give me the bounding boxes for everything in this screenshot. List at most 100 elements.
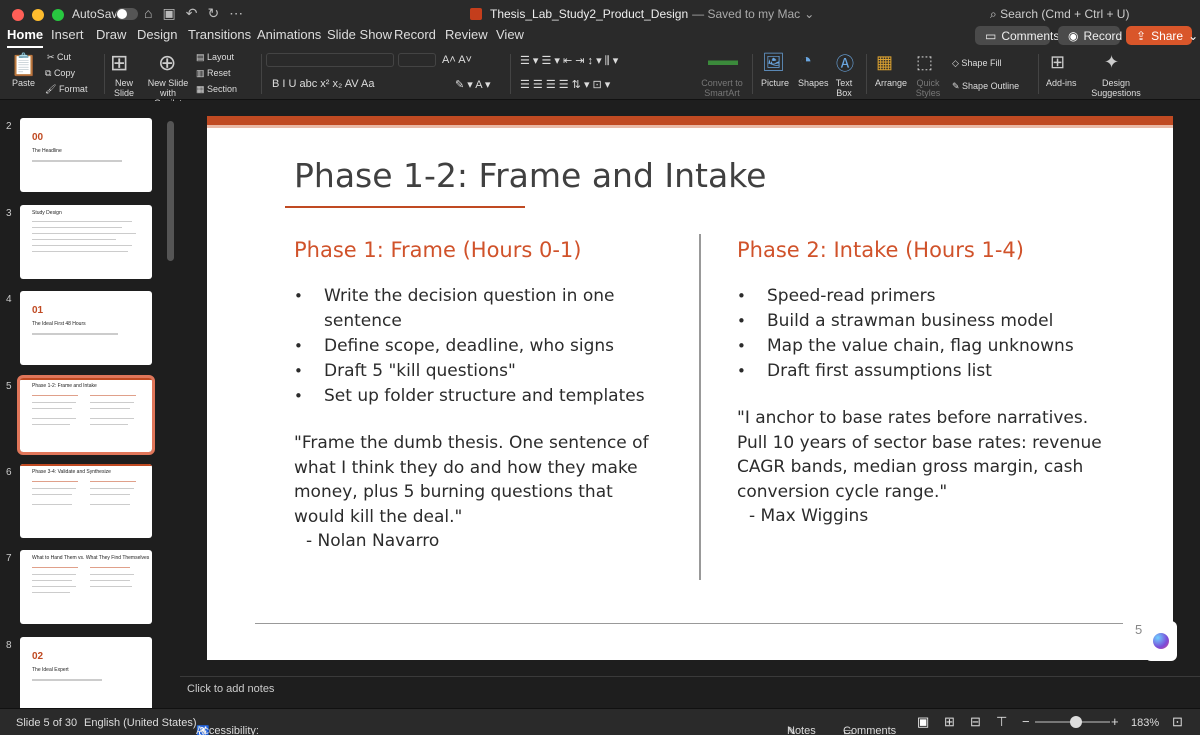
font-size-dropdown[interactable] xyxy=(398,53,436,67)
list-buttons[interactable]: ☰ ▾ ☰ ▾ ⇤ ⇥ ↕ ▾ ⫼ ▾ xyxy=(520,54,618,68)
quick-styles-button[interactable]: Quick Styles xyxy=(914,78,942,98)
notes-pane[interactable]: Click to add notes xyxy=(180,676,1200,708)
text-box-icon[interactable]: Ⓐ xyxy=(836,50,854,76)
slideshow-view-icon[interactable]: ⊤ xyxy=(996,714,1007,730)
search-placeholder: Search (Cmd + Ctrl + U) xyxy=(1000,7,1130,21)
copy-icon: ⧉ xyxy=(45,68,54,78)
cut-button[interactable]: ✂ Cut xyxy=(47,52,71,63)
normal-view-icon[interactable]: ▣ xyxy=(917,714,929,730)
slide-thumbnail[interactable]: 01 The Ideal First 48 Hours xyxy=(20,291,152,365)
search-icon: ⌕ xyxy=(990,7,997,21)
add-ins-icon[interactable]: ⊞ xyxy=(1050,52,1065,73)
arrange-button[interactable]: Arrange xyxy=(875,78,907,88)
tab-record[interactable]: Record xyxy=(394,28,436,48)
tab-home[interactable]: Home xyxy=(7,28,44,48)
tab-review[interactable]: Review xyxy=(445,28,488,48)
tab-animations[interactable]: Animations xyxy=(257,28,321,48)
arrange-icon[interactable]: ▦ xyxy=(876,52,893,73)
highlight-font-color-buttons[interactable]: ✎ ▾ A ▾ xyxy=(455,78,491,91)
thumbnail-text-line xyxy=(90,418,134,419)
slide-canvas[interactable]: Phase 1-2: Frame and Intake Phase 1: Fra… xyxy=(207,116,1173,660)
copilot-slide-icon[interactable]: ⊕ xyxy=(158,50,176,76)
save-icon[interactable]: ▣ xyxy=(162,5,175,22)
tab-insert[interactable]: Insert xyxy=(51,28,84,48)
slide-sorter-icon[interactable]: ⊞ xyxy=(944,714,955,730)
thumbnail-text-line xyxy=(32,418,76,419)
fit-to-window-icon[interactable]: ⊡ xyxy=(1172,714,1183,730)
shape-outline-button[interactable]: ✎ Shape Outline xyxy=(952,81,1019,92)
convert-smartart-button[interactable]: Convert to SmartArt xyxy=(700,78,744,98)
quote-line: Pull 10 years of sector base rates: reve… xyxy=(737,432,1102,453)
tab-design[interactable]: Design xyxy=(137,28,177,48)
slide-thumbnail[interactable]: 00 The Headline xyxy=(20,118,152,192)
design-suggestions-button[interactable]: Design Suggestions xyxy=(1090,78,1142,98)
tab-view[interactable]: View xyxy=(496,28,524,48)
picture-icon[interactable]: 🖼 xyxy=(762,52,785,73)
alignment-buttons[interactable]: ☰ ☰ ☰ ☰ ⇅ ▾ ⊡ ▾ xyxy=(520,78,610,91)
font-family-dropdown[interactable] xyxy=(266,53,394,67)
thumbnail-accent-bar xyxy=(20,378,152,380)
paste-button[interactable]: Paste xyxy=(12,78,35,88)
zoom-out-icon[interactable]: − xyxy=(1022,714,1030,729)
thumbnail-text-line xyxy=(32,245,132,246)
language-status[interactable]: English (United States) xyxy=(84,717,197,729)
quick-styles-icon[interactable]: ⬚ xyxy=(916,52,933,73)
quote-line: money, plus 5 burning questions that xyxy=(294,482,613,502)
save-status[interactable]: — Saved to my Mac xyxy=(692,7,800,21)
comments-button[interactable]: ▭ Comments xyxy=(975,26,1059,45)
undo-icon[interactable]: ↶ xyxy=(186,5,198,22)
font-size-buttons[interactable]: A˄ A˅ xyxy=(442,54,472,66)
new-slide-button[interactable]: New Slide xyxy=(110,78,138,98)
search-box[interactable]: ⌕ Search (Cmd + Ctrl + U) xyxy=(990,7,1129,22)
text-box-button[interactable]: Text Box xyxy=(834,78,854,98)
slide-title[interactable]: Phase 1-2: Frame and Intake xyxy=(294,156,766,195)
thumbnail-text-line xyxy=(90,408,130,409)
reading-view-icon[interactable]: ⊟ xyxy=(970,714,981,730)
section-button[interactable]: ▦ Section xyxy=(196,84,237,95)
paste-icon[interactable]: 📋 xyxy=(10,52,37,78)
copy-button[interactable]: ⧉ Copy xyxy=(45,68,75,79)
design-suggestions-icon[interactable]: ✦ xyxy=(1104,52,1119,73)
more-icon[interactable]: ⋯ xyxy=(229,5,243,22)
close-window-button[interactable] xyxy=(12,9,24,21)
shapes-button[interactable]: Shapes xyxy=(798,78,829,88)
slide-thumbnail[interactable]: Phase 3-4: Validate and Synthesize xyxy=(20,464,152,538)
zoom-window-button[interactable] xyxy=(52,9,64,21)
slide-thumbnail[interactable]: What to Hand Them vs. What They Find The… xyxy=(20,550,152,624)
tab-transitions[interactable]: Transitions xyxy=(188,28,251,48)
format-painter-button[interactable]: 🖌 Format xyxy=(45,84,87,95)
tab-draw[interactable]: Draw xyxy=(96,28,126,48)
shape-fill-button[interactable]: ◇ Shape Fill xyxy=(952,58,1001,69)
left-column[interactable]: Phase 1: Frame (Hours 0-1) Write the dec… xyxy=(294,238,689,554)
zoom-in-icon[interactable]: + xyxy=(1111,714,1119,729)
reset-button[interactable]: ▥ Reset xyxy=(196,68,231,79)
redo-icon[interactable]: ↻ xyxy=(207,5,219,22)
bullet-item: Define scope, deadline, who signs xyxy=(294,334,689,359)
home-icon[interactable]: ⌂ xyxy=(144,5,152,22)
picture-button[interactable]: Picture xyxy=(761,78,789,88)
layout-button[interactable]: ▤ Layout xyxy=(196,52,234,63)
tab-slide-show[interactable]: Slide Show xyxy=(327,28,392,48)
slide-position: Slide 5 of 30 xyxy=(16,717,78,729)
add-ins-button[interactable]: Add-ins xyxy=(1046,78,1077,88)
zoom-level[interactable]: 183% xyxy=(1131,717,1159,729)
new-slide-icon[interactable]: ⊞ xyxy=(110,50,128,76)
share-icon: ⇪ xyxy=(1136,28,1147,43)
slide-thumbnail[interactable]: 02 The Ideal Expert xyxy=(20,637,152,708)
right-column[interactable]: Phase 2: Intake (Hours 1-4) Speed-read p… xyxy=(737,238,1147,529)
autosave-toggle[interactable] xyxy=(116,8,138,20)
slide-thumbnails-pane[interactable]: 2 00 The Headline 3 Study Design 4 01 Th… xyxy=(0,101,180,708)
slide-thumbnail-selected[interactable]: Phase 1-2: Frame and Intake xyxy=(17,375,155,455)
thumbnail-text-line xyxy=(32,395,78,396)
thumbnails-scrollbar[interactable] xyxy=(167,121,174,261)
thumbnail-text-line xyxy=(90,574,134,575)
text-format-buttons[interactable]: B I U abc x² x₂ AV Aa xyxy=(272,78,375,90)
smartart-icon[interactable]: ▬▬ xyxy=(708,52,738,69)
record-button[interactable]: ◉ Record xyxy=(1058,26,1122,45)
thumbnail-title: Phase 1-2: Frame and Intake xyxy=(32,383,97,389)
share-button[interactable]: ⇪ Share ⌄ xyxy=(1126,26,1198,45)
shapes-icon[interactable]: ◔ xyxy=(800,50,812,73)
minimize-window-button[interactable] xyxy=(32,9,44,21)
slide-thumbnail[interactable]: Study Design xyxy=(20,205,152,279)
copilot-button[interactable] xyxy=(1145,621,1177,661)
